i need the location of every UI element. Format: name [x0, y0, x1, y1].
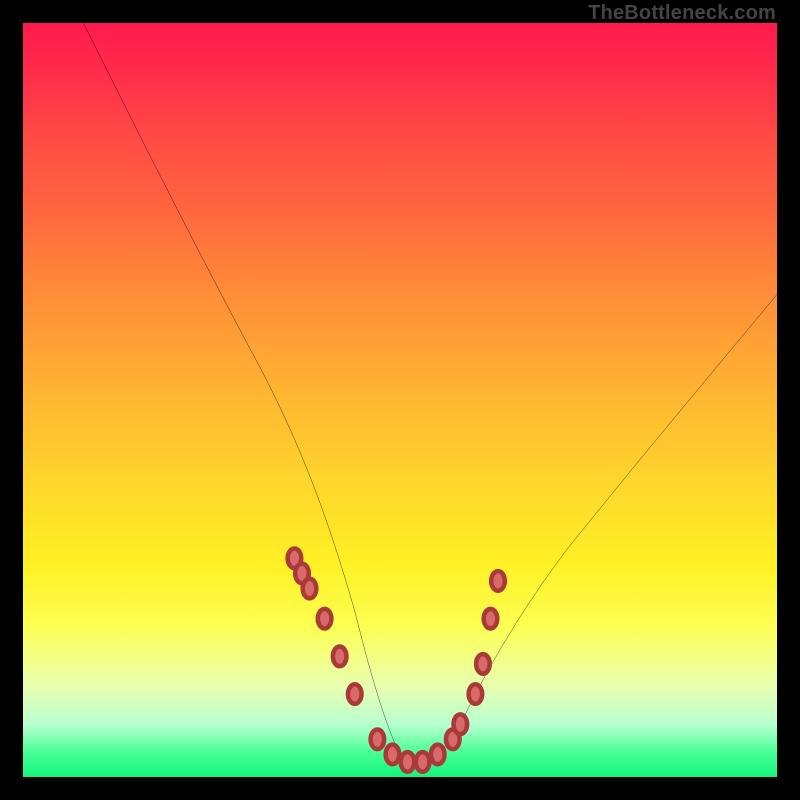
bottleneck-chart	[23, 23, 777, 777]
marker-dot	[318, 609, 332, 629]
marker-dot	[484, 609, 498, 629]
marker-dot	[476, 654, 490, 674]
marker-dot	[303, 579, 317, 599]
bottleneck-curve-path	[83, 23, 777, 766]
marker-dot	[454, 714, 468, 734]
marker-dot	[333, 647, 347, 667]
marker-group	[288, 549, 505, 772]
chart-frame	[23, 23, 777, 777]
marker-dot	[401, 752, 415, 772]
marker-dot	[348, 684, 362, 704]
marker-dot	[371, 729, 385, 749]
marker-dot	[386, 745, 400, 765]
watermark-text: TheBottleneck.com	[588, 2, 776, 25]
marker-dot	[416, 752, 430, 772]
marker-dot	[469, 684, 483, 704]
marker-dot	[431, 745, 445, 765]
marker-dot	[491, 571, 505, 591]
